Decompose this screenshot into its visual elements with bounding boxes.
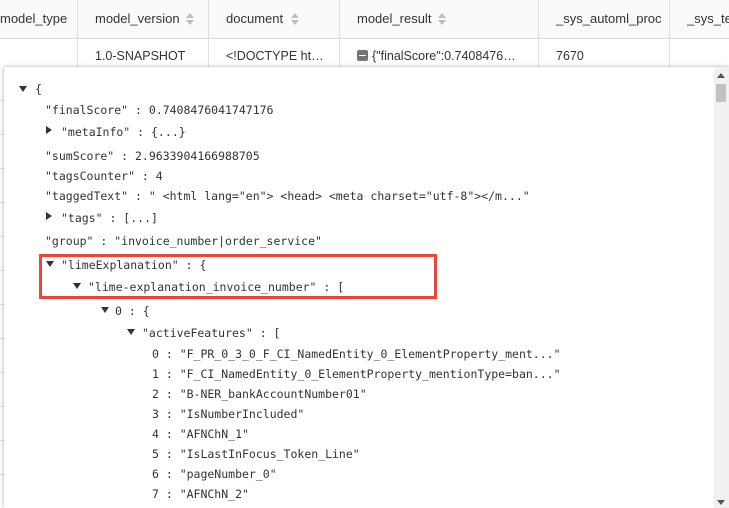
column-label: document — [226, 11, 284, 26]
column-header-document[interactable]: document — [209, 0, 340, 38]
json-feature-item: 3 : "IsNumberIncluded" — [152, 407, 305, 421]
json-root-open: { — [35, 82, 42, 96]
json-sum-score: "sumScore" : 2.9633904166988705 — [45, 149, 260, 163]
caret-down-icon[interactable] — [127, 329, 135, 335]
column-header-model-version[interactable]: model_version — [78, 0, 209, 38]
json-tags[interactable]: "tags" : [...] — [61, 209, 158, 227]
column-header-sys-te[interactable]: _sys_te — [670, 0, 729, 38]
json-viewer-popup[interactable]: { "finalScore" : 0.7408476041747176 "met… — [4, 67, 729, 508]
column-label: model_result — [357, 11, 432, 26]
json-feature-item: 2 : "B-NER_bankAccountNumber01" — [152, 387, 367, 401]
caret-right-icon[interactable] — [46, 212, 52, 220]
json-meta-info[interactable]: "metaInfo" : {...} — [61, 123, 186, 141]
column-label: model_version — [95, 11, 180, 26]
json-feature-item: 5 : "IsLastInFocus_Token_Line" — [152, 447, 360, 461]
json-feature-item: 0 : "F_PR_0_3_0_F_CI_NamedEntity_0_Eleme… — [152, 347, 561, 361]
json-tags-counter: "tagsCounter" : 4 — [45, 169, 163, 183]
scroll-up-arrow-icon[interactable] — [717, 73, 725, 78]
column-header-model-result[interactable]: model_result — [340, 0, 539, 38]
column-label: _sys_automl_proc — [556, 11, 662, 26]
table-header: model_type model_version document model_… — [0, 0, 729, 39]
json-feature-item: 6 : "pageNumber_0" — [152, 467, 277, 481]
vertical-scrollbar[interactable] — [714, 67, 729, 508]
caret-down-icon[interactable] — [19, 86, 27, 92]
collapse-icon[interactable] — [357, 50, 368, 61]
json-tagged-text: "taggedText" : " <html lang="en"> <head>… — [45, 189, 530, 203]
json-group: "group" : "invoice_number|order_service" — [45, 234, 322, 248]
json-feature-item: 7 : "AFNChN_2" — [152, 487, 249, 501]
scrollbar-thumb[interactable] — [716, 84, 726, 102]
column-label: _sys_te — [687, 11, 729, 26]
json-feature-item: 1 : "F_CI_NamedEntity_0_ElementProperty_… — [152, 367, 561, 381]
caret-down-icon[interactable] — [101, 307, 109, 313]
column-label: model_type — [0, 11, 68, 26]
sort-icon[interactable] — [438, 12, 447, 26]
highlight-box — [39, 254, 437, 299]
cell-model-result-text: {"finalScore":0.7408476… — [372, 49, 516, 63]
sort-icon[interactable] — [186, 12, 195, 26]
caret-right-icon[interactable] — [46, 126, 52, 134]
json-item-0[interactable]: 0 : { — [115, 302, 150, 320]
json-final-score: "finalScore" : 0.7408476041747176 — [45, 103, 274, 117]
sort-icon[interactable] — [291, 12, 300, 26]
column-header-model-type[interactable]: model_type — [0, 0, 78, 38]
scroll-down-arrow-icon[interactable] — [717, 500, 725, 505]
json-active-features[interactable]: "activeFeatures" : [ — [142, 324, 280, 342]
column-header-sys-automl-proc[interactable]: _sys_automl_proc — [539, 0, 670, 38]
json-feature-item: 4 : "AFNChN_1" — [152, 427, 249, 441]
